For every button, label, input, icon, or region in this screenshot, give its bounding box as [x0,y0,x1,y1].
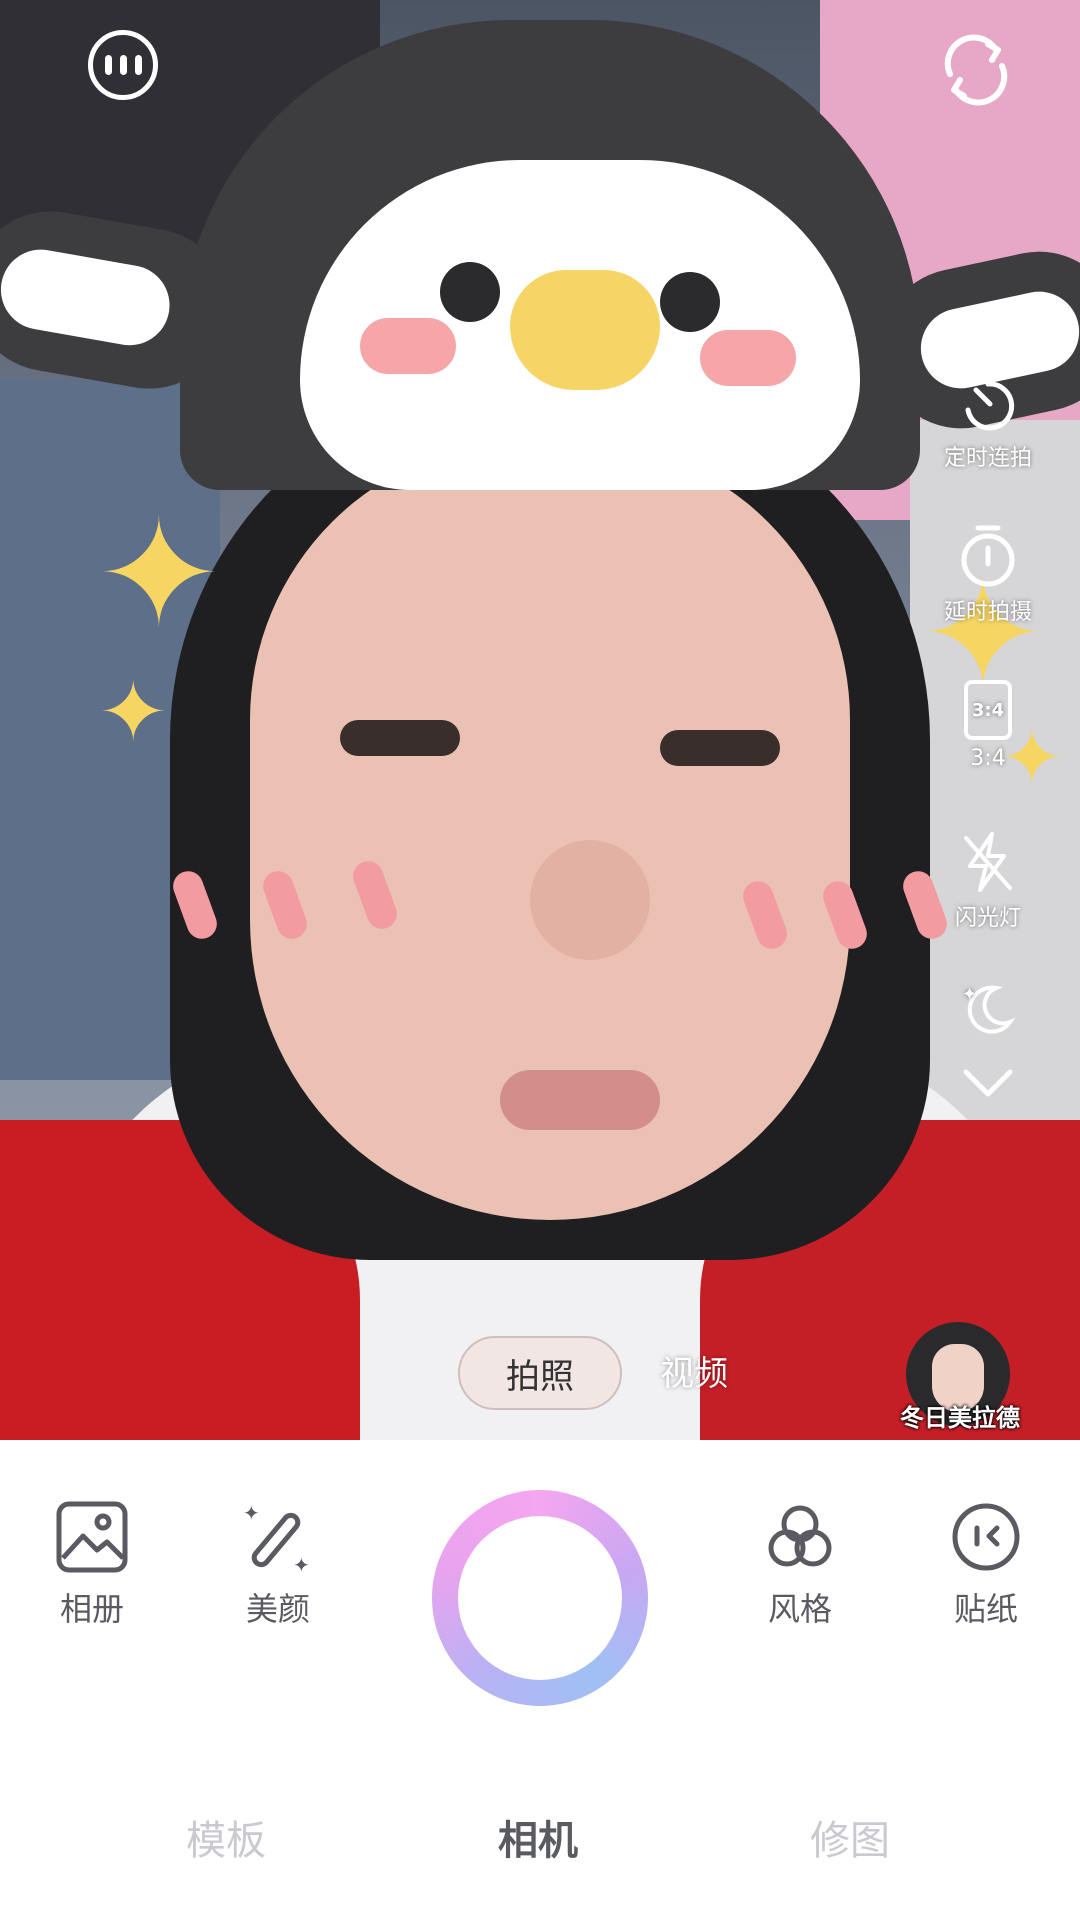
album-label: 相册 [59,1590,124,1628]
mode-video-tab[interactable]: 视频 [660,1346,728,1395]
sticker-icon [952,1503,1020,1571]
aspect-ratio-button[interactable]: 3:4 3:4 [918,680,1058,771]
beauty-label: 美颜 [245,1590,310,1628]
album-icon [56,1501,128,1573]
star-sticker: ✦ [96,488,222,662]
nav-retouch-tab[interactable]: 修图 [810,1808,890,1866]
shutter-button[interactable] [432,1490,648,1706]
star-sticker: ✦ [98,663,169,761]
sticker-label: 贴纸 [953,1590,1018,1628]
penguin-eye-left [440,262,500,322]
night-mode-button[interactable]: ✦ [918,978,1058,1038]
person-nose [530,840,650,960]
style-label: 风格 [767,1590,832,1628]
camera-flip-button[interactable] [936,30,1016,110]
night-mode-icon: ✦ [962,984,1016,1034]
aspect-ratio-icon-text: 3:4 [971,699,1005,721]
nav-camera-tab[interactable]: 相机 [498,1808,578,1866]
nav-template-tab[interactable]: 模板 [186,1808,266,1866]
flash-label: 闪光灯 [954,906,1021,931]
burst-timer-label: 定时连拍 [943,446,1032,471]
album-button[interactable]: 相册 [32,1500,152,1630]
penguin-beak [510,270,660,390]
burst-timer-icon [965,373,1015,431]
magic-wand-icon: ✦ ✦ [243,1501,310,1574]
sticker-button[interactable]: 贴纸 [926,1500,1046,1630]
burst-timer-button[interactable]: 定时连拍 [918,370,1058,472]
style-filter-icon [768,1505,832,1567]
more-options-button[interactable] [88,30,158,100]
penguin-eye-right [660,272,720,332]
mode-photo-tab[interactable]: 拍照 [458,1336,622,1410]
style-button[interactable]: 风格 [740,1500,860,1630]
penguin-cheek-left [360,318,456,374]
penguin-cheek-right [700,330,796,386]
flash-off-icon [964,832,1012,892]
aspect-ratio-label: 3:4 [970,746,1006,771]
chevron-down-icon [963,1069,1013,1097]
delay-shot-label: 延时拍摄 [943,600,1032,625]
person-mouth [500,1070,660,1130]
svg-text:✦: ✦ [293,1553,310,1574]
delay-shot-button[interactable]: 延时拍摄 [918,522,1058,626]
flash-button[interactable]: 闪光灯 [918,830,1058,932]
beauty-preset-label: 冬日美拉德 [900,1404,1020,1432]
more-tools-button[interactable] [918,1062,1058,1102]
beauty-button[interactable]: ✦ ✦ 美颜 [218,1500,338,1630]
person-eye-right [660,730,780,766]
svg-text:✦: ✦ [962,984,977,1005]
person-eye-left [340,720,460,756]
more-horizontal-icon [104,55,142,75]
svg-text:✦: ✦ [243,1501,260,1525]
camera-flip-icon [944,34,1008,106]
aspect-ratio-icon: 3:4 [964,680,1012,740]
stopwatch-icon [961,525,1015,587]
